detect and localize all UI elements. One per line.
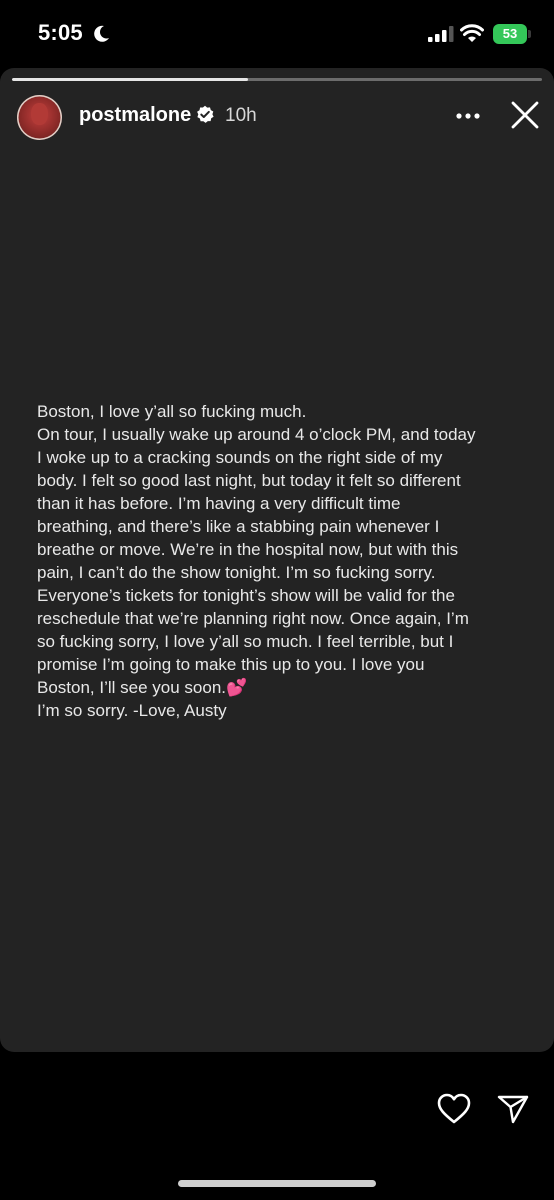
send-icon[interactable] bbox=[497, 1093, 529, 1125]
heart-icon[interactable] bbox=[437, 1093, 471, 1125]
story-text-line: Boston, I’ll see you soon.💕 bbox=[37, 678, 248, 697]
story-text-line: so fucking sorry, I love y’all so much. … bbox=[37, 632, 454, 651]
wifi-icon bbox=[460, 24, 484, 42]
cellular-signal-icon bbox=[428, 26, 454, 42]
story-progress-fill bbox=[12, 78, 248, 81]
home-indicator[interactable] bbox=[178, 1180, 376, 1187]
story-text-line: Boston, I love y’all so fucking much. bbox=[37, 402, 307, 421]
story-time-ago: 10h bbox=[225, 105, 257, 126]
story-text-line: reschedule that we’re planning right now… bbox=[37, 609, 469, 628]
story-text: Boston, I love y’all so fucking much. On… bbox=[37, 400, 527, 722]
battery-level: 53 bbox=[502, 26, 518, 41]
story-text-line: Everyone’s tickets for tonight’s show wi… bbox=[37, 586, 455, 605]
more-options-icon[interactable] bbox=[455, 112, 481, 120]
moon-icon bbox=[94, 25, 109, 42]
battery-indicator: 53 bbox=[493, 24, 527, 44]
username[interactable]: postmalone bbox=[79, 104, 191, 127]
status-time: 5:05 bbox=[38, 20, 83, 45]
avatar[interactable] bbox=[17, 95, 62, 140]
story-text-line: breathe or move. We’re in the hospital n… bbox=[37, 540, 459, 559]
story-text-line: I’m so sorry. -Love, Austy bbox=[37, 701, 227, 720]
status-bar: 5:05 53 bbox=[0, 0, 554, 66]
story-text-line: promise I’m going to make this up to you… bbox=[37, 655, 425, 674]
story-text-line: On tour, I usually wake up around 4 o’cl… bbox=[37, 425, 476, 444]
story-text-line: pain, I can’t do the show tonight. I’m s… bbox=[37, 563, 436, 582]
story-progress-bar bbox=[12, 78, 542, 81]
story-text-line: I woke up to a cracking sounds on the ri… bbox=[37, 448, 443, 467]
story-text-line: than it has before. I’m having a very di… bbox=[37, 494, 401, 513]
close-icon[interactable] bbox=[511, 101, 539, 129]
story-text-line: body. I felt so good last night, but tod… bbox=[37, 471, 461, 490]
story-text-line: breathing, and there’s like a stabbing p… bbox=[37, 517, 440, 536]
avatar-face bbox=[31, 103, 48, 125]
battery-cap bbox=[528, 30, 531, 38]
verified-badge-icon bbox=[197, 105, 214, 123]
story-card[interactable]: postmalone 10h Boston, I love y’all so f… bbox=[0, 68, 554, 1052]
